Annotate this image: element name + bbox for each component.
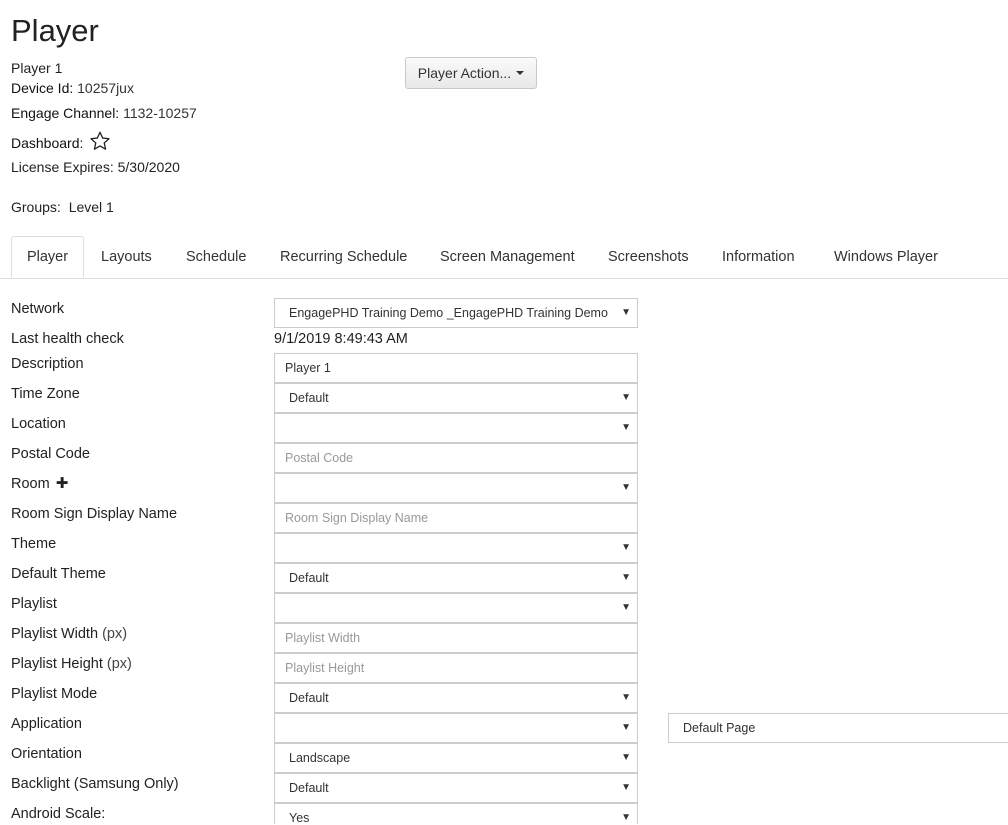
caret-down-icon: ▼ bbox=[621, 542, 631, 553]
application-select[interactable]: ▼ bbox=[274, 713, 638, 743]
application-label: Application bbox=[11, 716, 82, 732]
playlist-height-unit: (px) bbox=[106, 656, 132, 672]
caret-down-icon: ▼ bbox=[621, 602, 631, 613]
tab-schedule[interactable]: Schedule bbox=[186, 236, 246, 278]
playlist-mode-value: Default bbox=[289, 691, 329, 705]
timezone-label: Time Zone bbox=[11, 386, 80, 402]
player-name: Player 1 bbox=[11, 60, 63, 76]
backlight-value: Default bbox=[289, 781, 329, 795]
orientation-value: Landscape bbox=[289, 751, 351, 765]
android-scale-select[interactable]: Yes ▼ bbox=[274, 803, 638, 825]
playlist-width-unit: (px) bbox=[102, 626, 128, 642]
playlist-height-placeholder: Playlist Height bbox=[285, 661, 365, 675]
orientation-label: Orientation bbox=[11, 746, 82, 762]
caret-down-icon: ▼ bbox=[621, 782, 631, 793]
license-expires: License Expires: 5/30/2020 bbox=[11, 159, 180, 175]
caret-down-icon bbox=[516, 71, 525, 75]
theme-select[interactable]: ▼ bbox=[274, 533, 638, 563]
default-theme-select[interactable]: Default ▼ bbox=[274, 563, 638, 593]
playlist-label: Playlist bbox=[11, 596, 57, 612]
description-label: Description bbox=[11, 356, 84, 372]
device-id-label: Device Id: bbox=[11, 80, 74, 96]
backlight-select[interactable]: Default ▼ bbox=[274, 773, 638, 803]
caret-down-icon: ▼ bbox=[621, 422, 631, 433]
tab-screenshots[interactable]: Screenshots bbox=[608, 236, 689, 278]
groups-label: Groups: bbox=[11, 199, 61, 215]
player-action-label: Player Action... bbox=[417, 65, 512, 81]
playlist-height-label: Playlist Height bbox=[11, 656, 103, 672]
timezone-value: Default bbox=[289, 391, 329, 405]
timezone-select[interactable]: Default ▼ bbox=[274, 383, 638, 413]
location-select[interactable]: ▼ bbox=[274, 413, 638, 443]
caret-down-icon: ▼ bbox=[621, 812, 631, 823]
caret-down-icon: ▼ bbox=[621, 307, 631, 318]
android-scale-label: Android Scale: bbox=[11, 806, 106, 822]
tab-screen-management[interactable]: Screen Management bbox=[440, 236, 575, 278]
channel-label: Engage Channel: bbox=[11, 105, 120, 121]
tab-bar: Player Layouts Schedule Recurring Schedu… bbox=[0, 236, 1008, 279]
room-label: Room bbox=[11, 476, 50, 492]
postal-code-input[interactable]: Postal Code bbox=[274, 443, 638, 473]
channel-value: 1132-10257 bbox=[123, 105, 197, 121]
postal-label: Postal Code bbox=[11, 446, 90, 462]
postal-placeholder: Postal Code bbox=[285, 451, 354, 465]
orientation-select[interactable]: Landscape ▼ bbox=[274, 743, 638, 773]
description-input[interactable]: Player 1 bbox=[274, 353, 638, 383]
playlist-height-input[interactable]: Playlist Height bbox=[274, 653, 638, 683]
playlist-width-label-row: Playlist Width (px) bbox=[11, 625, 127, 643]
network-label: Network bbox=[11, 301, 65, 317]
roomsign-label: Room Sign Display Name bbox=[11, 506, 178, 522]
caret-down-icon: ▼ bbox=[621, 392, 631, 403]
groups-value: Level 1 bbox=[68, 199, 114, 215]
caret-down-icon: ▼ bbox=[621, 752, 631, 763]
room-label-row: Room ✚ bbox=[11, 475, 68, 493]
android-scale-value: Yes bbox=[289, 811, 310, 825]
groups-row: Groups: Level 1 bbox=[11, 198, 114, 216]
caret-down-icon: ▼ bbox=[621, 692, 631, 703]
star-outline-icon[interactable] bbox=[89, 130, 111, 152]
tab-player[interactable]: Player bbox=[11, 236, 84, 278]
device-id-row: Device Id: 10257jux bbox=[11, 79, 134, 97]
network-select[interactable]: EngagePHD Training Demo _EngagePHD Train… bbox=[274, 298, 638, 328]
caret-down-icon: ▼ bbox=[621, 482, 631, 493]
playlist-width-input[interactable]: Playlist Width bbox=[274, 623, 638, 653]
caret-down-icon: ▼ bbox=[621, 572, 631, 583]
playlist-width-placeholder: Playlist Width bbox=[285, 631, 361, 645]
health-label: Last health check bbox=[11, 331, 124, 347]
playlist-width-label: Playlist Width bbox=[11, 626, 99, 642]
default-theme-value: Default bbox=[289, 571, 329, 585]
channel-row: Engage Channel: 1132-10257 bbox=[11, 104, 197, 122]
room-select[interactable]: ▼ bbox=[274, 473, 638, 503]
room-sign-input[interactable]: Room Sign Display Name bbox=[274, 503, 638, 533]
dashboard-row: Dashboard: bbox=[11, 130, 111, 152]
playlist-height-label-row: Playlist Height (px) bbox=[11, 655, 132, 673]
network-value: EngagePHD Training Demo _EngagePHD Train… bbox=[289, 306, 608, 320]
device-id-value: 10257jux bbox=[77, 80, 134, 96]
dashboard-label: Dashboard: bbox=[11, 135, 84, 151]
tab-recurring-schedule[interactable]: Recurring Schedule bbox=[280, 236, 407, 278]
description-value: Player 1 bbox=[285, 361, 331, 375]
tab-layouts[interactable]: Layouts bbox=[101, 236, 152, 278]
roomsign-placeholder: Room Sign Display Name bbox=[285, 511, 429, 525]
theme-label: Theme bbox=[11, 536, 57, 552]
tab-windows-player[interactable]: Windows Player bbox=[834, 236, 938, 278]
playlist-select[interactable]: ▼ bbox=[274, 593, 638, 623]
health-value: 9/1/2019 8:49:43 AM bbox=[274, 331, 408, 347]
playlist-mode-label: Playlist Mode bbox=[11, 686, 98, 702]
playlist-mode-select[interactable]: Default ▼ bbox=[274, 683, 638, 713]
default-page-value: Default Page bbox=[683, 721, 756, 735]
tab-information[interactable]: Information bbox=[722, 236, 795, 278]
default-page-select[interactable]: Default Page bbox=[668, 713, 1008, 743]
plus-icon[interactable]: ✚ bbox=[56, 475, 69, 493]
page-title: Player bbox=[11, 13, 99, 48]
location-label: Location bbox=[11, 416, 66, 432]
caret-down-icon: ▼ bbox=[621, 722, 631, 733]
default-theme-label: Default Theme bbox=[11, 566, 106, 582]
backlight-label: Backlight (Samsung Only) bbox=[11, 776, 179, 792]
player-action-button[interactable]: Player Action... bbox=[405, 57, 537, 89]
